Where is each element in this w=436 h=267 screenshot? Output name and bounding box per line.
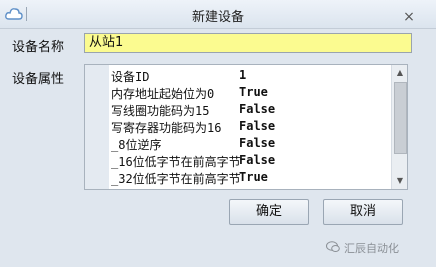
- property-name: _8位逆序: [111, 138, 162, 152]
- ok-button[interactable]: 确定: [229, 199, 309, 225]
- property-row[interactable]: 写寄存器功能码为16 False: [109, 118, 391, 135]
- property-name: _32位低字节在前高字节: [111, 172, 241, 186]
- vertical-scrollbar[interactable]: ▲ ▼: [391, 65, 407, 189]
- watermark-text: 汇辰自动化: [344, 242, 399, 255]
- property-row[interactable]: 设备ID 1: [109, 67, 391, 84]
- property-name: 内存地址起始位为0: [111, 87, 215, 101]
- property-row[interactable]: _8位逆序 False: [109, 135, 391, 152]
- wechat-icon: [326, 241, 340, 252]
- property-grid-gutter: [85, 65, 109, 189]
- window-title: 新建设备: [191, 10, 244, 25]
- scroll-up-icon[interactable]: ▲: [392, 65, 407, 81]
- property-value[interactable]: False: [239, 136, 275, 150]
- property-row[interactable]: 写线圈功能码为15 False: [109, 101, 391, 118]
- device-name-input[interactable]: [84, 33, 412, 53]
- property-name: _16位低字节在前高字节: [111, 155, 241, 169]
- close-icon[interactable]: ×: [402, 10, 416, 24]
- device-name-label: 设备名称: [12, 40, 65, 55]
- property-value[interactable]: 1: [239, 68, 246, 82]
- device-properties-label: 设备属性: [12, 72, 65, 87]
- property-row[interactable]: _32位低字节在前高字节 True: [109, 169, 391, 186]
- property-name: 写线圈功能码为15: [111, 104, 210, 118]
- property-name: 写寄存器功能码为16: [111, 121, 222, 135]
- property-row[interactable]: 内存地址起始位为0 True: [109, 84, 391, 101]
- property-value[interactable]: False: [239, 102, 275, 116]
- property-grid[interactable]: 设备ID 1 内存地址起始位为0 True 写线圈功能码为15 False 写寄…: [84, 64, 408, 190]
- scrollbar-thumb[interactable]: [394, 82, 407, 154]
- cancel-button[interactable]: 取消: [323, 199, 403, 225]
- title-bar: 新建设备 ×: [0, 0, 436, 29]
- property-value[interactable]: True: [239, 85, 268, 99]
- scroll-down-icon[interactable]: ▼: [392, 173, 407, 189]
- property-row[interactable]: _16位低字节在前高字节 False: [109, 152, 391, 169]
- property-value[interactable]: True: [239, 170, 268, 184]
- property-name: 设备ID: [111, 70, 150, 84]
- property-value[interactable]: False: [239, 153, 275, 167]
- property-value[interactable]: False: [239, 119, 275, 133]
